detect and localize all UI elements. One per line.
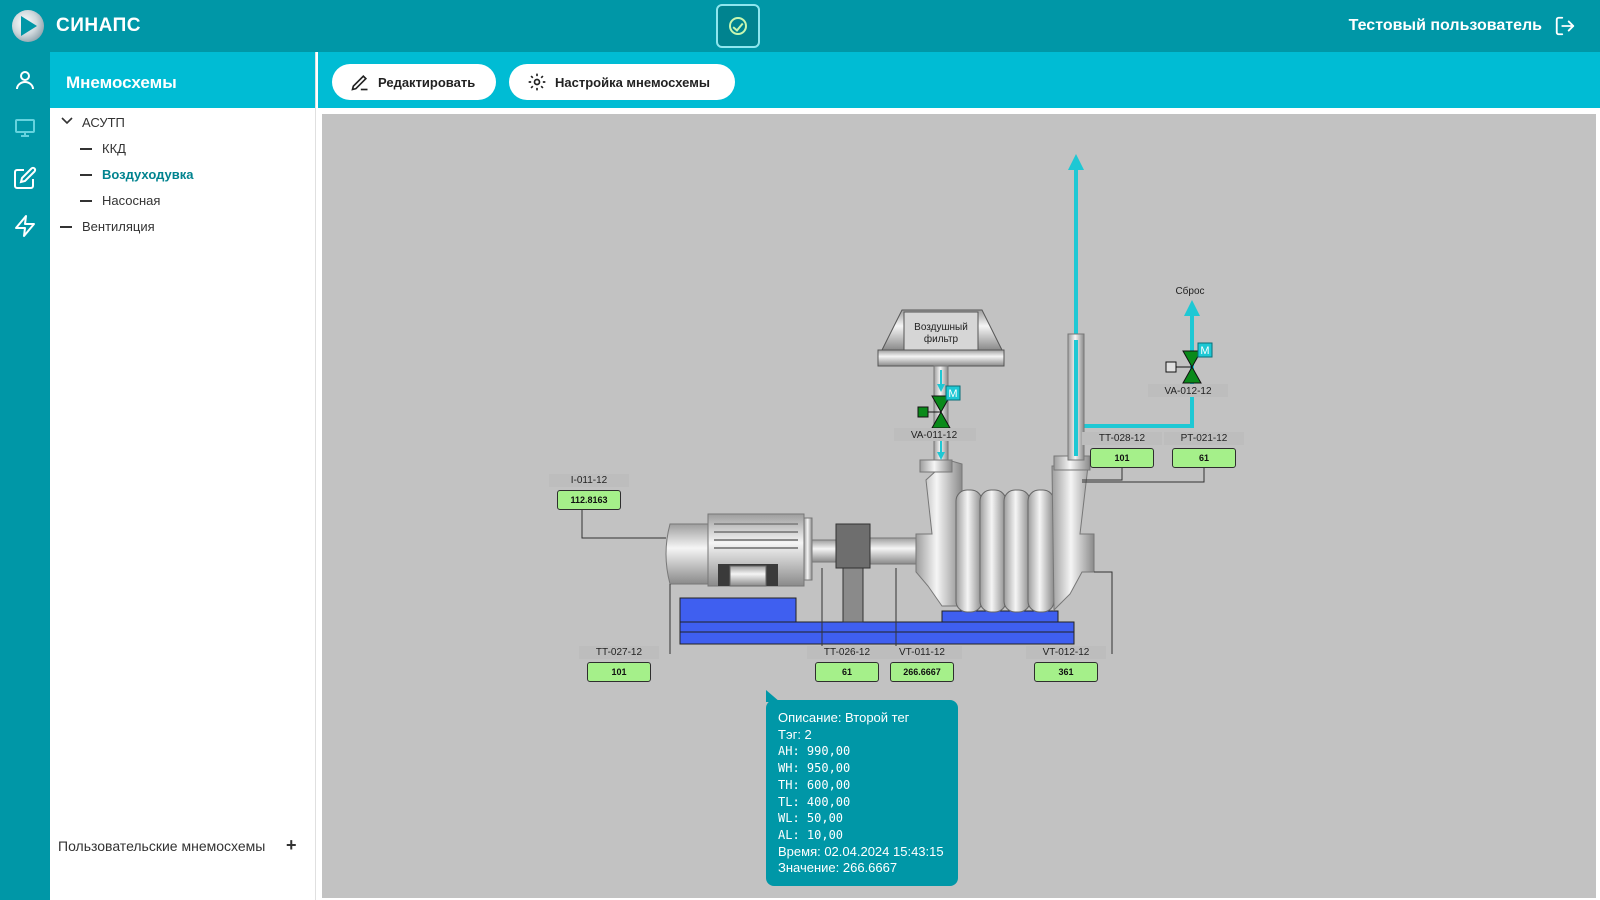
app-name: СИНАПС <box>56 15 141 36</box>
electric-motor[interactable] <box>665 513 839 587</box>
user-icon[interactable] <box>13 68 37 92</box>
tag-value: 266.6667 <box>890 662 954 682</box>
tag-tooltip: Описание: Второй тег Тэг: 2 AH: 990,00 W… <box>766 690 958 886</box>
coupling-support <box>842 567 864 623</box>
tooltip-value: Значение: 266.6667 <box>778 860 898 876</box>
blower-base <box>941 610 1059 623</box>
mnemonic-canvas: Воздушный фильтр M VA-011-12 M VA-012-12… <box>322 114 1596 898</box>
tree-item-kkd[interactable]: ККД <box>102 141 126 156</box>
tag-value: 101 <box>587 662 651 682</box>
nav-rail <box>0 52 50 900</box>
valve-va-012-12[interactable]: M <box>1165 342 1213 384</box>
tooltip-tag: Тэг: 2 <box>778 726 812 742</box>
tooltip-wl: WL: 50,00 <box>778 811 844 826</box>
flow-lines <box>1074 166 1194 456</box>
monitor-icon[interactable] <box>13 116 37 140</box>
add-scheme-icon[interactable]: + <box>286 835 297 856</box>
settings-button-label: Настройка мнемосхемы <box>555 75 710 90</box>
frame-top <box>679 621 1075 633</box>
motor-base <box>679 597 797 623</box>
lightning-icon[interactable] <box>13 214 37 238</box>
tag-name: TT-028-12 <box>1082 432 1162 445</box>
tooltip-description: Описание: Второй тег <box>778 710 910 725</box>
tag-value: 361 <box>1034 662 1098 682</box>
logout-icon[interactable] <box>1554 15 1576 37</box>
tooltip-tl: TL: 400,00 <box>778 794 851 809</box>
app-logo-icon <box>12 10 44 42</box>
tag-name: VT-011-12 <box>882 646 962 659</box>
edit-icon[interactable] <box>13 166 37 190</box>
tooltip-wh: WH: 950,00 <box>778 761 851 776</box>
frame-bottom <box>679 631 1075 645</box>
reset-label: Сброс <box>1175 285 1204 297</box>
motor-badge: M <box>1200 345 1209 357</box>
tag-vt-012-12[interactable]: VT-012-12 361 <box>1026 646 1106 682</box>
tag-name: TT-026-12 <box>807 646 887 659</box>
tag-vt-011-12[interactable]: VT-011-12 266.6667 <box>882 646 962 682</box>
tag-value: 112.8163 <box>557 490 621 510</box>
tag-value: 61 <box>1172 448 1236 468</box>
tree-item-pump[interactable]: Насосная <box>102 193 160 208</box>
valve-2-label: VA-012-12 <box>1164 386 1212 397</box>
tree-dash <box>80 148 92 150</box>
tag-i-011-12[interactable]: I-011-12 112.8163 <box>549 474 629 510</box>
user-schemes-label: Пользовательские мнемосхемы <box>58 838 266 854</box>
tag-name: VT-012-12 <box>1026 646 1106 659</box>
valve-1-label: VA-011-12 <box>911 430 958 441</box>
outlet-arrow-icon <box>1068 154 1084 170</box>
tooltip-th: TH: 600,00 <box>778 777 851 792</box>
edit-button[interactable]: Редактировать <box>332 64 496 100</box>
tag-name: TT-027-12 <box>579 646 659 659</box>
tree-dash <box>80 174 92 176</box>
tree-item-blower[interactable]: Воздуходувка <box>102 167 193 182</box>
tag-tt-028-12[interactable]: TT-028-12 101 <box>1082 432 1162 468</box>
gear-icon <box>528 73 546 91</box>
tooltip-ah: AH: 990,00 <box>778 744 851 759</box>
user-name[interactable]: Тестовый пользователь <box>1349 17 1542 35</box>
tooltip-time: Время: 02.04.2024 15:43:15 <box>778 843 944 859</box>
status-check-button[interactable] <box>716 4 760 48</box>
tag-name: PT-021-12 <box>1164 432 1244 445</box>
reset-arrow-icon <box>1184 300 1200 316</box>
top-bar: СИНАПС Тестовый пользователь <box>0 0 1600 52</box>
tree-dash <box>60 226 72 228</box>
tree-item-asutp[interactable]: АСУТП <box>82 115 125 130</box>
tooltip-al: AL: 10,00 <box>778 827 844 842</box>
scheme-settings-button[interactable]: Настройка мнемосхемы <box>509 64 735 100</box>
tag-tt-026-12[interactable]: TT-026-12 61 <box>807 646 887 682</box>
chevron-down-icon[interactable] <box>60 114 74 128</box>
tree-item-ventilation[interactable]: Вентиляция <box>82 219 155 234</box>
filter-label: фильтр <box>924 333 959 345</box>
tree-dash <box>80 200 92 202</box>
motor-badge: M <box>948 388 957 400</box>
tree-title: Мнемосхемы <box>50 52 315 108</box>
scheme-tree: Мнемосхемы АСУТП ККД Воздуходувка Насосн… <box>50 52 316 900</box>
toolbar: Редактировать Настройка мнемосхемы <box>318 52 1600 108</box>
air-filter[interactable]: Воздушный фильтр <box>877 309 1005 367</box>
edit-button-label: Редактировать <box>378 75 476 90</box>
coupling <box>835 523 871 569</box>
tag-name: I-011-12 <box>549 474 629 487</box>
tag-value: 61 <box>815 662 879 682</box>
pencil-icon <box>351 74 368 91</box>
filter-label: Воздушный <box>914 322 968 333</box>
tag-pt-021-12[interactable]: PT-021-12 61 <box>1164 432 1244 468</box>
check-circle-icon <box>729 17 747 35</box>
tag-tt-027-12[interactable]: TT-027-12 101 <box>579 646 659 682</box>
scheme-diagram: Воздушный фильтр M VA-011-12 M VA-012-12… <box>581 154 1228 654</box>
tag-value: 101 <box>1090 448 1154 468</box>
blower[interactable] <box>915 455 1095 613</box>
